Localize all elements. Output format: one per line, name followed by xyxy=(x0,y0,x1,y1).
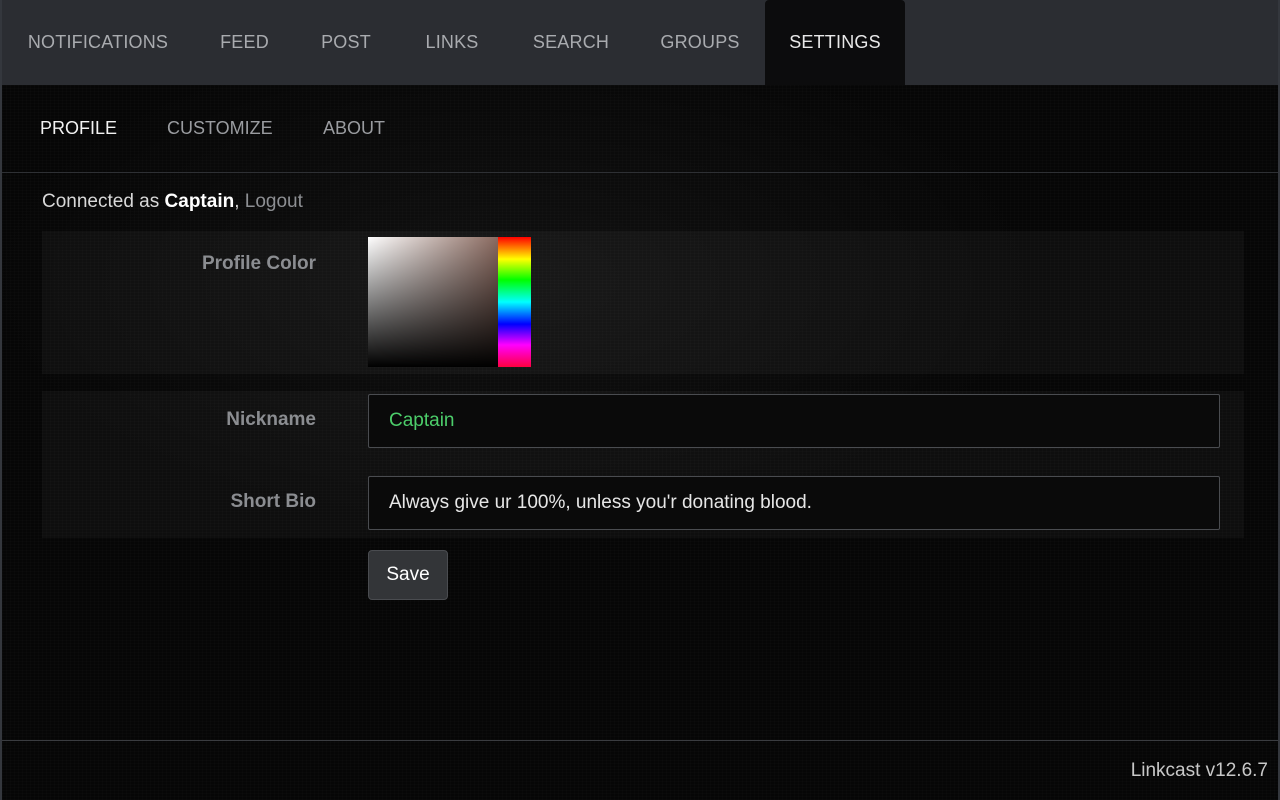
subtab-customize[interactable]: CUSTOMIZE xyxy=(167,118,273,139)
color-saturation-picker[interactable] xyxy=(368,237,498,367)
tab-feed[interactable]: FEED xyxy=(194,0,295,85)
tab-post[interactable]: POST xyxy=(295,0,397,85)
subtab-about[interactable]: ABOUT xyxy=(323,118,385,139)
tab-groups[interactable]: GROUPS xyxy=(635,0,765,85)
session-prefix: Connected as xyxy=(42,191,165,212)
tab-links[interactable]: LINKS xyxy=(397,0,507,85)
tab-search[interactable]: SEARCH xyxy=(507,0,635,85)
tab-notifications[interactable]: NOTIFICATIONS xyxy=(2,0,194,85)
settings-subnav: PROFILE CUSTOMIZE ABOUT xyxy=(2,85,1278,173)
session-status: Connected as Captain, Logout xyxy=(42,191,303,213)
session-username: Captain xyxy=(164,191,235,212)
app-window: NOTIFICATIONS FEED POST LINKS SEARCH GRO… xyxy=(0,0,1280,800)
logout-link[interactable]: Logout xyxy=(245,191,303,212)
session-separator: , xyxy=(234,191,245,212)
color-hue-slider[interactable] xyxy=(498,237,531,367)
subtab-profile[interactable]: PROFILE xyxy=(40,118,117,139)
tab-settings[interactable]: SETTINGS xyxy=(765,0,905,85)
short-bio-label: Short Bio xyxy=(230,491,317,512)
save-button[interactable]: Save xyxy=(368,550,448,600)
app-version: Linkcast v12.6.7 xyxy=(1130,760,1268,781)
nickname-label: Nickname xyxy=(226,409,316,430)
nickname-field[interactable] xyxy=(368,394,1220,448)
short-bio-field[interactable] xyxy=(368,476,1220,530)
footer: Linkcast v12.6.7 xyxy=(2,740,1278,800)
profile-color-label: Profile Color xyxy=(201,253,316,274)
top-nav: NOTIFICATIONS FEED POST LINKS SEARCH GRO… xyxy=(2,0,1278,85)
